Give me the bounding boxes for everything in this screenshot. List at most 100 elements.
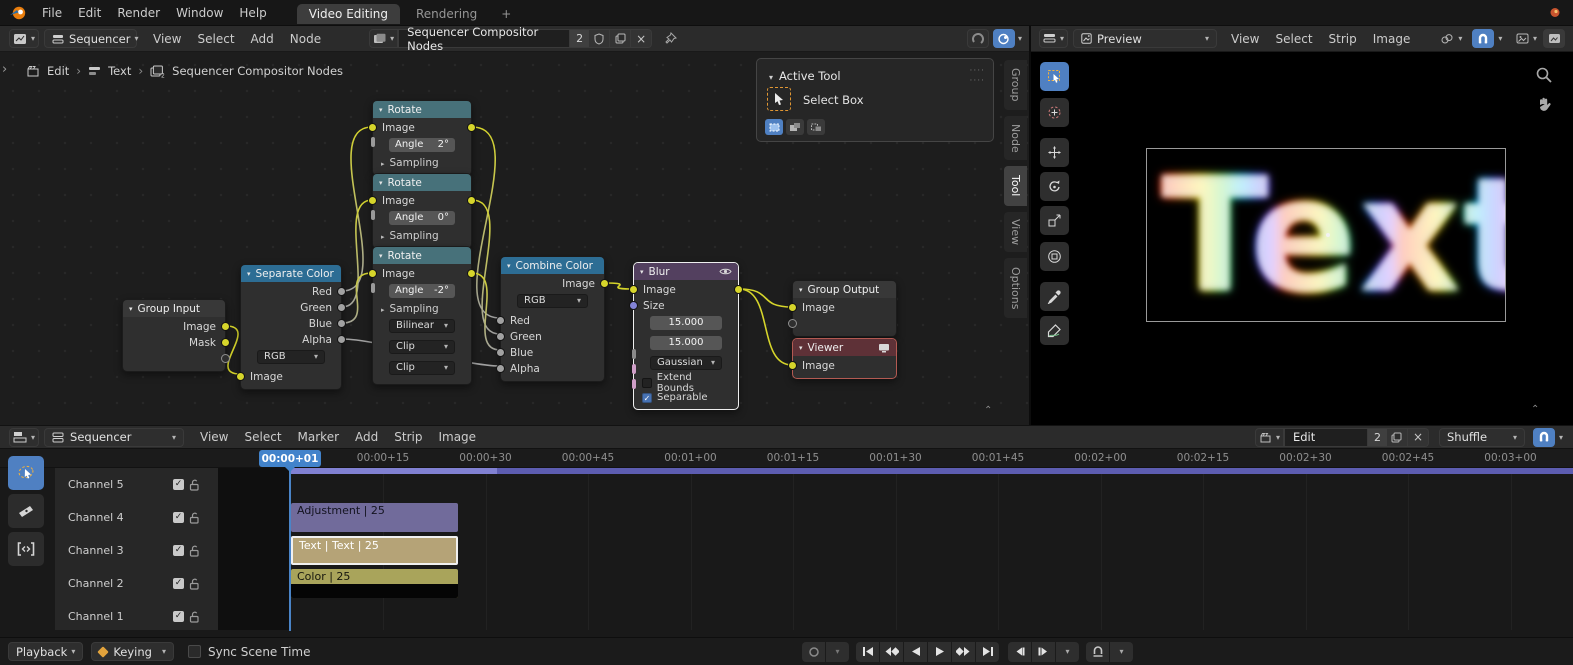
seq-menu-image[interactable]: Image [430, 430, 484, 444]
number-field[interactable]: 15.000 [650, 316, 722, 330]
channel-visibility-checkbox[interactable]: ✓ [173, 578, 184, 589]
step-back-button[interactable] [1008, 641, 1031, 662]
node-menu-select[interactable]: Select [190, 32, 243, 46]
menu-window[interactable]: Window [168, 0, 231, 26]
seq-menu-select[interactable]: Select [237, 430, 290, 444]
dropdown-clip[interactable]: Clip ▾ [389, 340, 455, 354]
pan-hand-icon[interactable] [1536, 96, 1553, 113]
node-menu-add[interactable]: Add [243, 32, 282, 46]
tweak-tool-button[interactable] [1040, 98, 1069, 127]
node-menu-view[interactable]: View [145, 32, 189, 46]
preview-menu-view[interactable]: View [1223, 32, 1267, 46]
region-collapse-icon[interactable]: ⌃ [984, 405, 992, 416]
collapsed-socket[interactable] [632, 349, 636, 359]
node-menu-node[interactable]: Node [282, 32, 329, 46]
collapsible-panel[interactable]: ▸ Sampling [373, 156, 471, 171]
scroll-band-view[interactable] [291, 468, 497, 474]
sequencer-view-select[interactable]: Sequencer ▾ [44, 427, 185, 447]
channel-visibility-checkbox[interactable]: ✓ [173, 611, 184, 622]
socket-out-mask[interactable] [221, 338, 230, 347]
move-tool-button[interactable] [1040, 138, 1069, 167]
node-header-combine-color[interactable]: ▾ Combine Color [501, 257, 604, 274]
scroll-band[interactable] [497, 468, 1573, 474]
node-separate-color[interactable]: ▾ Separate Color Red Green Blue Alpha RGB ▾ Imag… [236, 264, 346, 390]
socket-in-image[interactable] [368, 269, 377, 278]
rotate-tool-button[interactable] [1040, 172, 1069, 201]
sidebar-tab-view[interactable]: View [1004, 212, 1027, 252]
socket-out-image[interactable] [734, 285, 743, 294]
node-collapse-icon[interactable]: ▾ [129, 305, 133, 313]
gizmo-toggle[interactable]: ▾ [1516, 33, 1537, 44]
retime-tool-button[interactable] [8, 532, 44, 566]
scale-tool-button[interactable] [1040, 206, 1069, 235]
node-combine-color[interactable]: ▾ Combine Color Image RGB ▾ Red Green Blue Alpha [496, 256, 609, 382]
collapsed-socket[interactable] [371, 283, 375, 293]
seq-snapping-dropdown-icon[interactable]: ▾ [1559, 433, 1563, 442]
zoom-icon[interactable] [1535, 66, 1553, 84]
viewer-monitor-icon[interactable] [878, 343, 890, 353]
preview-view-select[interactable]: Preview ▾ [1073, 29, 1218, 48]
preview-menu-select[interactable]: Select [1268, 32, 1321, 46]
editor-type-button-preview[interactable]: ▾ [1039, 29, 1069, 48]
blade-tool-button[interactable] [8, 494, 44, 528]
socket-in-green[interactable] [496, 332, 505, 341]
checkbox-box[interactable] [642, 377, 652, 388]
play-reverse-button[interactable] [904, 641, 927, 662]
new-scene-icon[interactable] [1386, 427, 1408, 447]
node-header-viewer[interactable]: ▾ Viewer [793, 339, 896, 356]
node-collapse-icon[interactable]: ▾ [247, 270, 251, 278]
node-collapse-icon[interactable]: ▾ [799, 344, 803, 352]
collapsed-socket[interactable] [632, 379, 636, 389]
socket-in-blue[interactable] [496, 348, 505, 357]
dropdown-rgb[interactable]: RGB ▾ [517, 294, 588, 308]
strip-adjustment[interactable]: Adjustment | 25 [291, 503, 458, 532]
node-editor-canvas[interactable]: › Edit › Text › 2 Sequencer Compositor Nodes … [0, 52, 1030, 425]
menu-edit[interactable]: Edit [70, 0, 109, 26]
sample-eyedropper-tool-button[interactable] [1040, 282, 1069, 311]
node-rotate-3[interactable]: ▾ Rotate Image Angle -2° ▸ Sampling Bilinear ▾ Cl… [368, 246, 476, 385]
socket-in-image[interactable] [629, 285, 638, 294]
playback-menu[interactable]: Playback ▾ [8, 642, 84, 661]
keying-menu[interactable]: Keying ▾ [91, 642, 174, 661]
preview-range-dropdown[interactable]: ▾ [1110, 641, 1133, 662]
overlays-dropdown-icon[interactable]: ▾ [1018, 34, 1022, 43]
seq-menu-view[interactable]: View [192, 430, 236, 444]
blender-logo-icon[interactable] [9, 6, 26, 20]
socket-out-image[interactable] [467, 196, 476, 205]
channel-visibility-checkbox[interactable]: ✓ [173, 545, 184, 556]
node-collapse-icon[interactable]: ▾ [379, 252, 383, 260]
socket-virtual[interactable] [788, 319, 797, 328]
snapping-magnet-icon[interactable] [1472, 29, 1495, 48]
collapsed-socket[interactable] [632, 364, 636, 374]
timeline-ruler[interactable]: 00:00+15 00:00+30 00:00+45 00:01+00 00:01+15… [0, 449, 1573, 468]
socket-out-alpha[interactable] [337, 335, 346, 344]
sidebar-tab-tool[interactable]: Tool [1004, 166, 1027, 206]
node-collapse-icon[interactable]: ▾ [799, 286, 803, 294]
dropdown-bilinear[interactable]: Bilinear ▾ [389, 319, 455, 333]
channel-visibility-checkbox[interactable]: ✓ [173, 512, 184, 523]
node-viewer[interactable]: ▾ Viewer Image [788, 338, 897, 379]
collapsible-panel[interactable]: ▸ Sampling [373, 302, 471, 317]
socket-virtual[interactable] [221, 354, 230, 363]
current-frame-badge[interactable]: 00:00+01 [259, 450, 321, 472]
fake-user-shield-icon[interactable] [589, 29, 611, 48]
unlink-close-icon[interactable]: × [631, 29, 653, 48]
number-field-angle[interactable]: Angle 2° [389, 138, 455, 152]
channel-lock-icon[interactable] [189, 545, 200, 557]
menu-render[interactable]: Render [109, 0, 168, 26]
panel-expand-icon[interactable]: ▸ [381, 306, 385, 314]
step-forward-button[interactable] [1032, 641, 1055, 662]
annotate-tool-button[interactable] [1040, 316, 1069, 345]
menu-help[interactable]: Help [231, 0, 274, 26]
socket-out-red[interactable] [337, 287, 346, 296]
unlink-scene-icon[interactable]: × [1407, 427, 1429, 447]
node-collapse-icon[interactable]: ▾ [640, 268, 644, 276]
jump-to-start-button[interactable] [856, 641, 879, 662]
overlays-toggle-preview[interactable] [1543, 29, 1565, 48]
region-collapse-icon-preview[interactable]: ⌃ [1531, 404, 1539, 415]
scene-name-field[interactable]: Edit [1283, 427, 1368, 447]
sidebar-tab-options[interactable]: Options [1004, 258, 1027, 318]
seq-menu-marker[interactable]: Marker [290, 430, 347, 444]
toolbar-toggle-icon[interactable]: › [2, 62, 7, 77]
sequencer-timeline[interactable]: 00:00+15 00:00+30 00:00+45 00:01+00 00:01+15… [0, 449, 1573, 637]
